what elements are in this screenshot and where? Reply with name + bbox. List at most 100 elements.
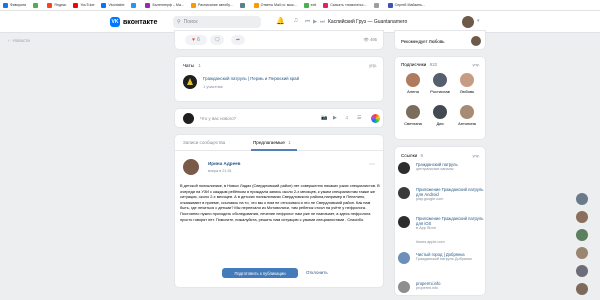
bell-icon[interactable]: 🔔 bbox=[276, 17, 285, 25]
bookmark-item[interactable]: Скачать «помогатьс... bbox=[323, 2, 367, 8]
active-tab-indicator bbox=[251, 149, 297, 151]
subscribers-title[interactable]: Подписчики 932 bbox=[401, 62, 437, 67]
subscriber-item[interactable]: Любовь bbox=[457, 73, 477, 94]
author-name[interactable]: Ирина Адреев bbox=[208, 161, 241, 166]
share-button[interactable]: ➦ bbox=[231, 35, 245, 45]
link-subtitle: propermi.info bbox=[416, 286, 439, 291]
music-note-icon[interactable]: ♫ bbox=[345, 115, 349, 121]
bookmark-favicon-icon bbox=[323, 2, 329, 8]
links-title[interactable]: Ссылки 6 bbox=[401, 153, 423, 158]
subscribers-count: 932 bbox=[429, 62, 438, 67]
subscribers-manage-link[interactable]: упр. bbox=[472, 62, 480, 67]
chats-manage-link[interactable]: упр. bbox=[369, 63, 377, 68]
search-input[interactable]: ⚲ Поиск bbox=[173, 16, 261, 28]
link-text: Гражданский патруль центральные каналы bbox=[416, 162, 458, 172]
bookmark-favicon-icon bbox=[387, 2, 393, 8]
bookmark-favicon-icon bbox=[253, 2, 259, 8]
bookmark-favicon-icon bbox=[145, 2, 151, 8]
bookmark-item[interactable]: Vkontakte bbox=[101, 2, 124, 8]
bookmark-item[interactable] bbox=[33, 2, 40, 8]
link-subtitle: play.google.com bbox=[416, 197, 444, 202]
vk-logo[interactable]: VK вконтакте bbox=[110, 17, 157, 27]
subscriber-item[interactable]: Алена bbox=[403, 73, 423, 94]
link-item[interactable]: Гражданский патруль центральные каналы bbox=[398, 162, 484, 174]
chat-head-avatar[interactable] bbox=[576, 193, 588, 205]
post-time[interactable]: вчера в 21:51 bbox=[208, 169, 232, 173]
article-icon[interactable]: ☰ bbox=[357, 115, 361, 121]
subscriber-item[interactable]: Антонина bbox=[457, 105, 477, 126]
subscriber-item[interactable]: Ростислав bbox=[430, 73, 450, 94]
subscriber-name: Светлана bbox=[404, 121, 422, 126]
chat-avatar[interactable] bbox=[183, 75, 197, 89]
like-button[interactable]: ♥ 6 bbox=[185, 35, 207, 45]
subscribers-card: Подписчики 932 упр. Алена Ростислав Любовь… bbox=[394, 56, 486, 140]
bookmark-favicon-icon bbox=[190, 2, 196, 8]
left-nav-news[interactable]: › Новости bbox=[8, 38, 30, 43]
bookmark-favicon-icon bbox=[303, 2, 309, 8]
subscriber-name: Алена bbox=[407, 89, 419, 94]
search-placeholder: Поиск bbox=[183, 19, 198, 25]
like-count: 6 bbox=[197, 37, 200, 43]
bookmark-item[interactable] bbox=[131, 2, 138, 8]
chat-head-avatar[interactable] bbox=[576, 265, 588, 277]
recommend-avatar[interactable] bbox=[471, 36, 481, 46]
link-subtitle: itunes.apple.com bbox=[416, 240, 445, 244]
bookmark-label: exit bbox=[310, 3, 317, 7]
chat-head-avatar[interactable] bbox=[576, 229, 588, 241]
play-icon[interactable]: ▶ bbox=[313, 19, 317, 25]
link-item[interactable]: Приложение Гражданский патруль для Andro… bbox=[398, 187, 484, 203]
bookmark-favicon-icon bbox=[373, 2, 379, 8]
link-item[interactable]: Чистый город | Добрянка Гражданский патру… bbox=[398, 252, 484, 264]
bookmark-item[interactable]: Расписание автобу... bbox=[190, 2, 233, 8]
chat-name[interactable]: Гражданский патруль | Пермь и Пермский к… bbox=[203, 76, 299, 81]
link-item[interactable]: Приложение Гражданский патруль для iOS в … bbox=[398, 216, 484, 232]
chat-head-avatar[interactable] bbox=[576, 211, 588, 223]
author-avatar[interactable] bbox=[183, 159, 199, 175]
prepare-publish-button[interactable]: Подготовить к публикации bbox=[222, 268, 298, 278]
bookmark-item[interactable]: Ответы Mail.ru: мож... bbox=[253, 2, 297, 8]
bookmark-label: Ответы Mail.ru: мож... bbox=[260, 3, 297, 7]
prev-track-icon[interactable]: ⏮ bbox=[305, 19, 310, 26]
photo-icon[interactable]: 📷 bbox=[321, 115, 327, 121]
subscriber-avatar bbox=[433, 73, 447, 87]
bookmark-item[interactable]: Фаворити bbox=[3, 2, 26, 8]
link-text: itunes.apple.com bbox=[416, 240, 445, 245]
now-playing-text[interactable]: Каспийский Груз — Guantanamero bbox=[328, 19, 407, 25]
bookmark-item[interactable]: Яндекс bbox=[47, 2, 66, 8]
subscriber-avatar bbox=[406, 105, 420, 119]
clips-icon[interactable] bbox=[371, 114, 380, 123]
bookmark-item[interactable]: YouTube bbox=[73, 2, 94, 8]
music-icon[interactable]: ♫ bbox=[293, 17, 298, 24]
link-item[interactable]: itunes.apple.com bbox=[398, 240, 484, 245]
chevron-down-icon[interactable]: ▾ bbox=[477, 18, 480, 24]
post-composer[interactable]: Что у вас нового? 📷 ▶ ♫ ☰ bbox=[174, 108, 384, 128]
bookmark-label: Бытеннерф – Ма... bbox=[152, 3, 184, 7]
bookmark-item[interactable] bbox=[239, 2, 247, 8]
video-icon[interactable]: ▶ bbox=[333, 115, 337, 121]
subscriber-name: Ростислав bbox=[430, 89, 450, 94]
subscriber-item[interactable]: Светлана bbox=[403, 105, 423, 126]
chat-members: 1 участник bbox=[203, 84, 223, 89]
chat-head-avatar[interactable] bbox=[576, 283, 588, 295]
links-manage-link[interactable]: упр. bbox=[472, 153, 480, 158]
next-track-icon[interactable]: ⏭ bbox=[320, 19, 325, 26]
link-item[interactable]: propermi.info propermi.info bbox=[398, 281, 484, 293]
left-nav-label: Новости bbox=[12, 38, 30, 43]
share-icon: ➦ bbox=[235, 37, 241, 43]
bookmark-item[interactable]: exit bbox=[303, 2, 317, 8]
bookmark-favicon-icon bbox=[131, 2, 137, 8]
reject-link[interactable]: Отклонить bbox=[306, 270, 328, 275]
bookmark-item[interactable]: Бытеннерф – Ма... bbox=[145, 2, 184, 8]
comment-button[interactable]: 🗨 bbox=[210, 35, 224, 45]
link-text: Чистый город | Добрянка Гражданский патру… bbox=[416, 252, 472, 262]
more-options-icon[interactable]: ⋯ bbox=[369, 161, 375, 168]
bookmark-favicon-icon bbox=[33, 2, 39, 8]
profile-avatar[interactable] bbox=[462, 16, 474, 28]
tab-community-posts[interactable]: Записи сообщества bbox=[183, 140, 225, 145]
subscriber-item[interactable]: Дия bbox=[430, 105, 450, 126]
link-thumbnail bbox=[398, 281, 410, 293]
chat-head-avatar[interactable] bbox=[576, 247, 588, 259]
tab-suggested[interactable]: Предлагаемые 1 bbox=[253, 140, 291, 145]
bookmark-item[interactable]: Сергей Майзинь... bbox=[387, 2, 425, 8]
bookmark-item[interactable] bbox=[373, 2, 381, 8]
